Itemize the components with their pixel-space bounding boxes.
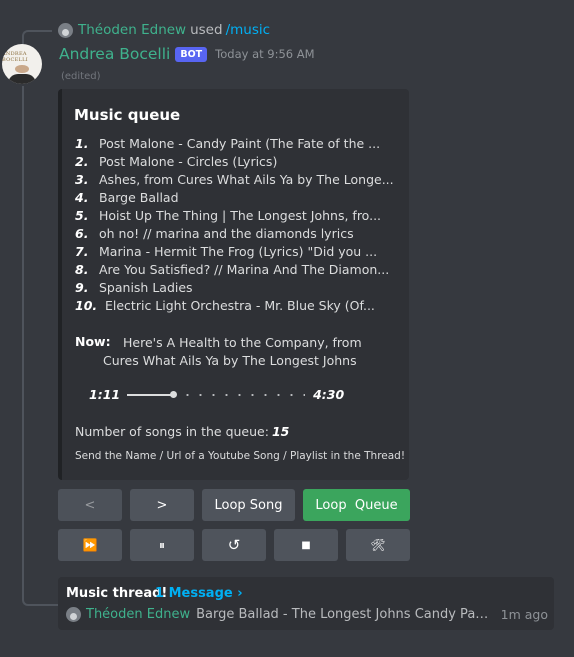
queue-item-title: Marina - Hermit The Frog (Lyrics) "Did y… (99, 244, 378, 259)
queue-item: 1. Post Malone - Candy Paint (The Fate of… (75, 135, 405, 153)
queue-item-title: Spanish Ladies (99, 280, 193, 295)
queue-item-title: Are You Satisfied? // Marina And The Dia… (99, 262, 390, 277)
embed-footer: Send the Name / Url of a Youtube Song / … (75, 450, 406, 462)
queue-item-number: 6. (75, 226, 89, 241)
queue-item-title: oh no! // marina and the diamonds lyrics (99, 226, 354, 241)
settings-button[interactable]: 🛠 (346, 529, 410, 561)
avatar-body (8, 74, 36, 84)
queue-item: 8. Are You Satisfied? // Marina And The D… (75, 261, 405, 279)
queue-count: Number of songs in the queue: 15 (75, 424, 289, 439)
queue-list: 1. Post Malone - Candy Paint (The Fate of… (75, 135, 405, 315)
progress-remaining-dots (181, 393, 306, 396)
queue-item-title: Post Malone - Candy Paint (The Fate of t… (99, 136, 381, 151)
thread-title[interactable]: Music thread! (66, 586, 167, 601)
next-button[interactable]: > (130, 489, 194, 521)
thread-last-message[interactable]: Théoden Ednew Barge Ballad - The Longest… (66, 605, 548, 623)
queue-item: 10. Electric Light Orchestra - Mr. Blue S… (75, 297, 405, 315)
bot-avatar[interactable]: ANDREA BOCELLI (2, 44, 42, 84)
thread-preview[interactable]: Music thread! 1 Message › Théoden Ednew … (58, 577, 554, 630)
now-playing-title: Here's A Health to the Company, from Cur… (103, 335, 362, 368)
reply-used-text: used (190, 22, 223, 38)
restart-button[interactable]: ↺ (202, 529, 266, 561)
queue-item-title: Electric Light Orchestra - Mr. Blue Sky … (105, 298, 375, 313)
queue-item-title: Post Malone - Circles (Lyrics) (99, 154, 278, 169)
loop-queue-button[interactable]: Loop Queue (303, 489, 410, 521)
edited-marker: (edited) (61, 71, 101, 82)
queue-item-number: 2. (75, 154, 89, 169)
pause-button[interactable]: ⏸ (130, 529, 194, 561)
tools-icon: 🛠 (370, 538, 386, 552)
playback-progress: 1:11 4:30 (89, 387, 344, 402)
reply-command[interactable]: /music (226, 22, 270, 38)
avatar-face (15, 65, 29, 74)
message-header: Andrea Bocelli BOT Today at 9:56 AM (59, 44, 315, 64)
queue-item-number: 4. (75, 190, 89, 205)
queue-item: 6. oh no! // marina and the diamonds lyri… (75, 225, 405, 243)
stop-icon: ■ (301, 539, 311, 551)
elapsed-time: 1:11 (89, 387, 121, 402)
queue-item: 5. Hoist Up The Thing | The Longest Johns… (75, 207, 405, 225)
queue-count-value: 15 (271, 424, 290, 439)
embed-title: Music queue (74, 106, 181, 124)
thread-username[interactable]: Théoden Ednew (86, 607, 190, 622)
skip-button[interactable]: ⏩ (58, 529, 122, 561)
restart-icon: ↺ (227, 536, 241, 554)
music-queue-embed: Music queue 1. Post Malone - Candy Paint … (58, 89, 409, 480)
loop-song-button[interactable]: Loop Song (202, 489, 295, 521)
queue-item-title: Hoist Up The Thing | The Longest Johns, … (99, 208, 382, 223)
message-timestamp: Today at 9:56 AM (215, 47, 315, 61)
thread-message-text: Barge Ballad - The Longest Johns Candy P… (196, 606, 491, 622)
progress-bar-fill (127, 393, 174, 396)
previous-button[interactable]: < (58, 489, 122, 521)
queue-item-number: 7. (75, 244, 89, 259)
pause-icon: ⏸ (158, 537, 165, 552)
queue-count-label: Number of songs in the queue: (75, 424, 269, 439)
total-duration: 4:30 (313, 387, 345, 402)
queue-item: 3. Ashes, from Cures What Ails Ya by The … (75, 171, 405, 189)
fast-forward-icon: ⏩ (82, 538, 98, 552)
queue-item-number: 5. (75, 208, 89, 223)
reply-reference[interactable]: Théoden Ednew used /music (58, 21, 270, 39)
queue-item-number: 1. (75, 136, 89, 151)
queue-item-title: Barge Ballad (99, 190, 179, 205)
loop-song-label: Loop Song (214, 497, 283, 513)
progress-bar (127, 389, 306, 401)
queue-item: 7. Marina - Hermit The Frog (Lyrics) "Did… (75, 243, 405, 261)
thread-timestamp: 1m ago (500, 606, 548, 622)
queue-item-number: 9. (75, 280, 89, 295)
queue-item: 2. Post Malone - Circles (Lyrics) (75, 153, 405, 171)
loop-queue-label: Loop Queue (315, 497, 398, 513)
next-button-label: > (156, 497, 168, 513)
queue-item-number: 10. (75, 298, 98, 313)
reply-user-avatar[interactable] (58, 22, 73, 38)
previous-button-label: < (84, 497, 96, 513)
bot-badge: BOT (175, 46, 208, 62)
stop-button[interactable]: ■ (274, 529, 338, 561)
thread-message-count-link[interactable]: 1 Message › (155, 586, 243, 601)
queue-item: 4. Barge Ballad (75, 189, 405, 207)
author-name[interactable]: Andrea Bocelli (59, 45, 170, 63)
queue-item: 9. Spanish Ladies (75, 279, 405, 297)
reply-username[interactable]: Théoden Ednew (78, 22, 186, 38)
queue-item-title: Ashes, from Cures What Ails Ya by The Lo… (99, 172, 394, 187)
avatar-text: ANDREA BOCELLI (2, 51, 29, 63)
thread-connector-line (22, 86, 58, 606)
queue-item-number: 8. (75, 262, 89, 277)
progress-knob (170, 390, 178, 398)
thread-user-avatar (66, 606, 81, 622)
queue-item-number: 3. (75, 172, 89, 187)
